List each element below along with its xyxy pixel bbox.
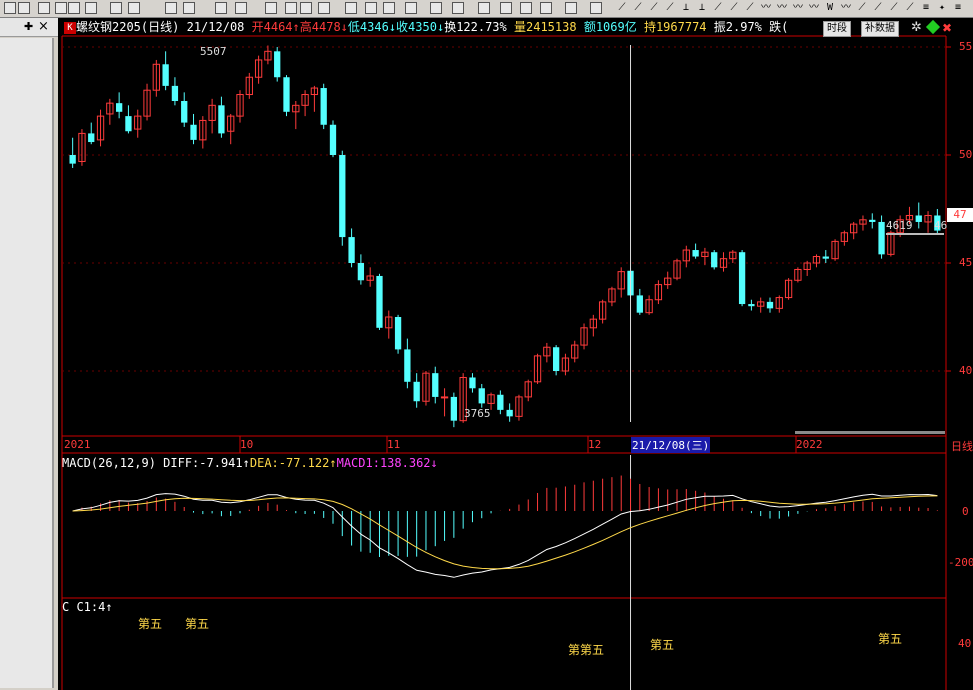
date-label-2022: 2022 [796,438,823,451]
change-value: 跌( [769,20,789,34]
candle-body-down [348,237,355,263]
candle-body-down [376,275,383,328]
price-label-55: 55 [959,40,973,53]
candle-body-up [440,396,449,399]
candle-body-down [115,103,123,112]
date-label-dec: 12 [588,438,602,451]
signal-label: 第五 [185,617,210,631]
candle-body-down [506,409,513,417]
candle-body-down [822,256,829,259]
low-arrow-icon: ↓ [388,20,397,34]
date-label-oct: 10 [240,438,254,451]
volume-value: 量2415138 [514,20,577,34]
c-indicator-legend: C C1:4↑ [62,600,113,614]
close-chart-icon[interactable]: ✖ [942,21,956,35]
candle-body-down [218,105,225,134]
signal-label: 第五 [138,617,163,631]
bar-date: 21/12/08 [186,20,245,34]
candle-body-down [181,101,188,123]
candle-body-down [478,388,485,404]
candle-body-down [413,381,420,402]
candle-body-down [162,64,169,86]
k-badge: K [64,21,76,34]
macd-diff: DIFF:-7.941 [163,456,243,470]
macd-dea: DEA:-77.122 [249,456,330,470]
candle-body-down [171,85,179,101]
macd-diff-arrow-icon: ↑ [242,456,250,470]
macd-name: MACD(26,12,9) [62,456,156,470]
period-label: 日线 [951,438,973,454]
macd-macd1: MACD1:138.362 [336,456,431,470]
candle-body-down [394,317,402,350]
candle-body-down [497,394,504,410]
scroll-indicator [795,431,945,434]
kline-chart[interactable] [0,0,973,690]
supplement-data-button[interactable]: 补数据 [861,21,899,37]
date-label-nov: 11 [387,438,401,451]
candle-body-down [320,88,327,125]
candle-body-down [711,252,718,268]
signal-label-overlap: 第第五 [568,643,605,657]
cursor-date-label: 21/12/08(三) [631,437,711,453]
amount-value: 额1069亿 [583,20,637,34]
macd-dea-line [72,495,938,570]
candle-body-down [748,304,755,307]
macd-diff-line [72,493,938,578]
candle-body-down [404,349,411,382]
c-axis-40: 40 [958,637,972,650]
macd-legend: MACD(26,12,9) DIFF:-7.941↑DEA:-77.122↑MA… [62,456,438,470]
close-value: 收4350 [396,20,437,34]
candle-body-down [125,116,132,132]
macd-macd1-arrow-icon: ↓ [430,456,438,470]
candle-body-down [357,263,365,281]
candle-body-down [190,124,197,140]
candle-body-down [692,250,699,257]
open-value: 开4464 [251,20,293,34]
price-label-40: 40 [959,364,973,377]
right-marker-label: 4619 [886,219,913,232]
price-label-50: 50 [959,148,973,161]
amplitude-value: 振2.97% [713,20,762,34]
candle-body-down [738,252,746,305]
candle-body-down [552,347,560,371]
macd-axis-neg200: -200 [948,556,973,569]
candle-body-down [339,155,346,238]
timeshare-button[interactable]: 时段 [823,21,851,37]
current-price-tag: 47 [947,208,973,222]
candle-body-down [283,77,290,112]
candle-body-down [915,215,922,222]
candle-body-down [329,124,337,155]
high-arrow-icon: ↓ [340,20,348,34]
c-legend-text: C C1:4 [62,600,106,614]
candle-body-down [274,51,281,78]
signal-label: 第五 [878,632,903,646]
symbol-name: 螺纹钢2205(日线) [76,20,180,34]
candle-body-down [69,155,76,164]
candle-body-down [432,373,439,397]
candle-body-down [88,133,95,143]
signal-label: 第五 [650,638,675,652]
candle-body-down [636,295,643,313]
candle-body-down [766,301,774,309]
candle-body-down [869,219,876,222]
low-marker-label: 3765 [464,407,491,420]
candle-body-down [450,396,458,421]
candle-body-down [469,377,476,389]
open-arrow-icon: ↑ [292,20,300,34]
macd-dea-arrow-icon: ↑ [329,456,337,470]
macd-axis-0: 0 [962,505,969,518]
open-interest: 持1967774 [643,20,707,34]
high-marker-label: 5507 [200,45,227,58]
c-legend-arrow-icon: ↑ [105,600,113,614]
low-value: 低4346 [347,20,389,34]
high-value: 高4478 [299,20,341,34]
settings-icon[interactable]: ✲ [911,21,924,34]
right-marker-label-2: 46 [934,219,948,232]
price-label-45: 45 [959,256,973,269]
date-label-2021: 2021 [64,438,91,451]
candle-body-down [878,221,885,255]
turnover-rate: 换122.73% [444,20,507,34]
